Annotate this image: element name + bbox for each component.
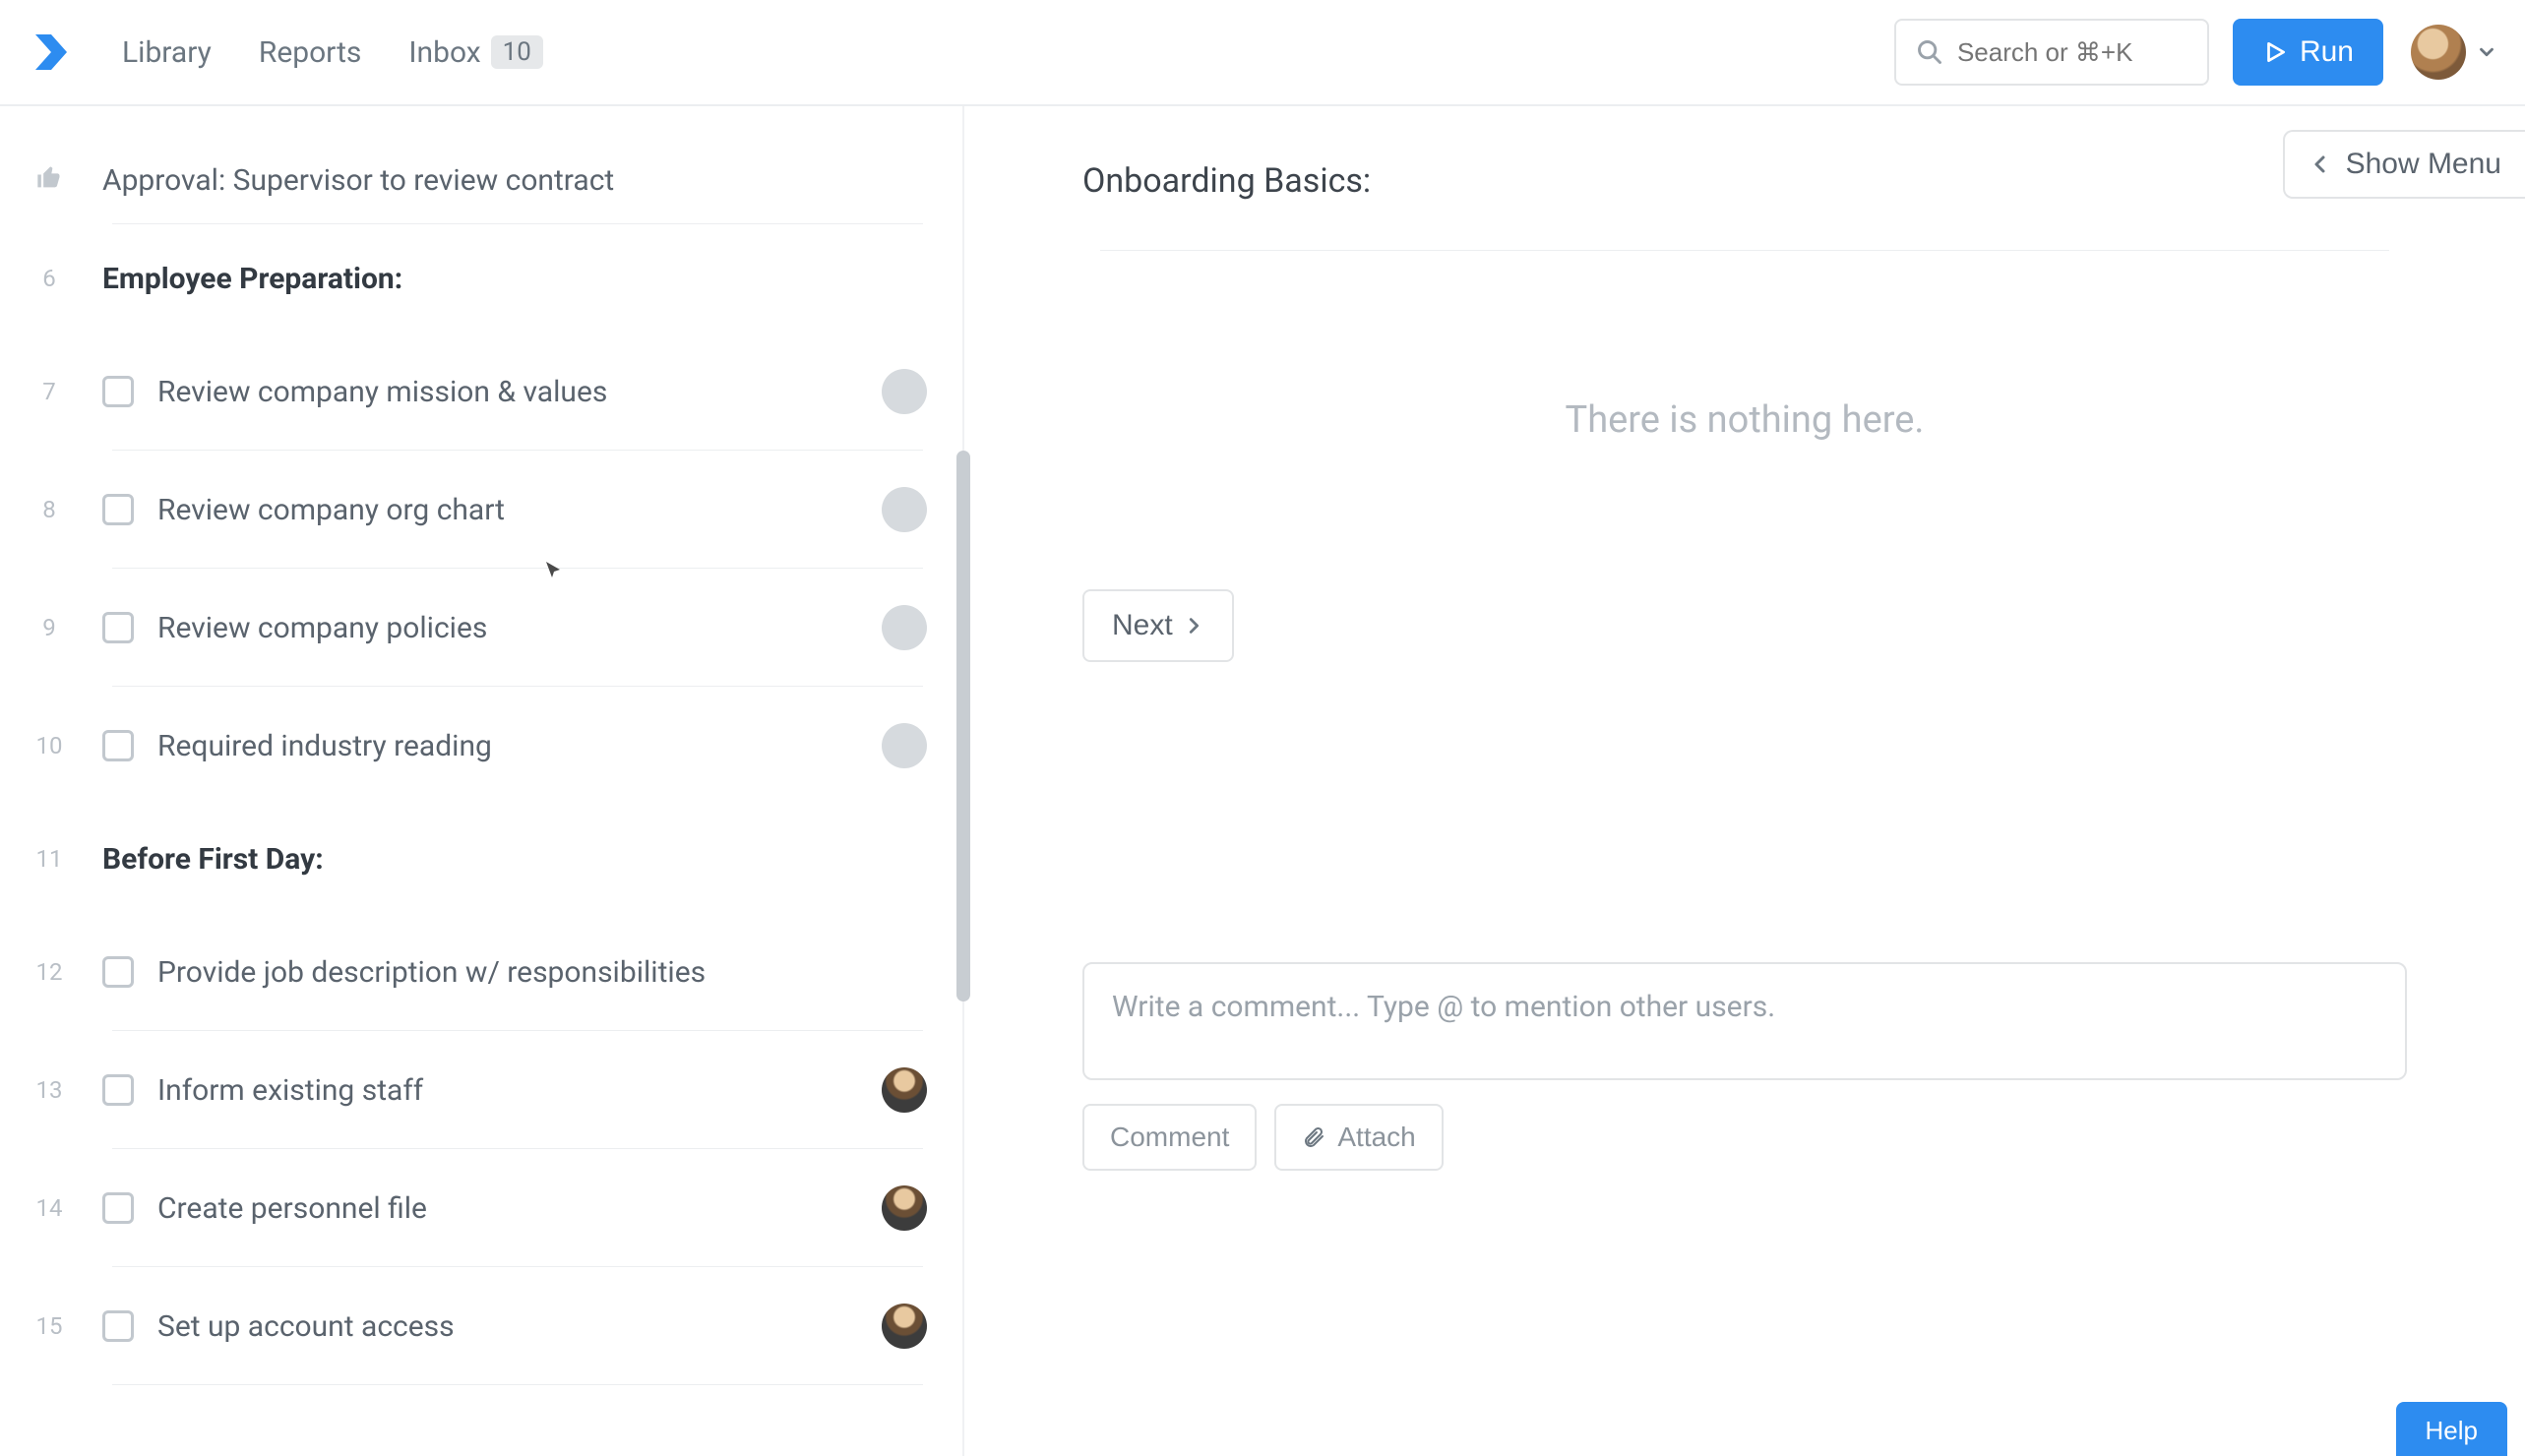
- assignee-avatar[interactable]: [882, 1304, 927, 1349]
- comment-button[interactable]: Comment: [1082, 1104, 1257, 1171]
- attach-button[interactable]: Attach: [1274, 1104, 1443, 1171]
- task-label: Provide job description w/ responsibilit…: [157, 955, 927, 990]
- task-row[interactable]: 13 Inform existing staff: [0, 1031, 962, 1149]
- next-button-label: Next: [1112, 609, 1173, 642]
- row-number: 11: [30, 845, 69, 873]
- task-row[interactable]: 15 Set up account access: [0, 1267, 962, 1385]
- run-button[interactable]: Run: [2233, 19, 2383, 86]
- empty-state-text: There is nothing here.: [1082, 398, 2407, 442]
- task-checkbox[interactable]: [102, 376, 134, 407]
- nav-inbox[interactable]: Inbox 10: [408, 35, 543, 70]
- thumbs-up-icon: [30, 164, 69, 196]
- task-checkbox[interactable]: [102, 494, 134, 525]
- chevron-left-icon: [2309, 152, 2332, 176]
- play-icon: [2262, 39, 2288, 65]
- app-logo: [28, 29, 75, 76]
- main-nav: Library Reports Inbox 10: [122, 35, 543, 70]
- task-label: Create personnel file: [157, 1191, 882, 1226]
- user-avatar: [2411, 25, 2466, 80]
- row-number: 8: [30, 496, 69, 523]
- row-number: 9: [30, 614, 69, 641]
- task-checkbox[interactable]: [102, 1310, 134, 1342]
- row-number: 15: [30, 1312, 69, 1340]
- task-row[interactable]: 9 Review company policies: [0, 569, 962, 687]
- section-title: Before First Day:: [102, 842, 324, 877]
- nav-reports[interactable]: Reports: [259, 35, 362, 70]
- user-menu[interactable]: [2411, 25, 2497, 80]
- comment-area: Write a comment... Type @ to mention oth…: [1082, 962, 2407, 1171]
- assignee-avatar[interactable]: [882, 605, 927, 650]
- section-heading-employee-prep[interactable]: 6 Employee Preparation:: [0, 224, 962, 333]
- row-number: 14: [30, 1194, 69, 1222]
- page-title: Onboarding Basics:: [1082, 161, 2407, 201]
- task-row[interactable]: 7 Review company mission & values: [0, 333, 962, 451]
- search-box[interactable]: [1894, 19, 2209, 86]
- task-checkbox[interactable]: [102, 1074, 134, 1106]
- row-number: 6: [30, 265, 69, 292]
- nav-library[interactable]: Library: [122, 35, 212, 70]
- detail-panel: Show Menu Onboarding Basics: There is no…: [964, 106, 2525, 1456]
- task-row[interactable]: 8 Review company org chart: [0, 451, 962, 569]
- app-header: Library Reports Inbox 10 Run: [0, 0, 2525, 106]
- divider: [1100, 250, 2389, 251]
- comment-actions: Comment Attach: [1082, 1104, 2407, 1171]
- next-button[interactable]: Next: [1082, 589, 1234, 662]
- row-number: 13: [30, 1076, 69, 1104]
- task-checkbox[interactable]: [102, 730, 134, 761]
- row-number: 7: [30, 378, 69, 405]
- assignee-avatar[interactable]: [882, 369, 927, 414]
- assignee-avatar[interactable]: [882, 487, 927, 532]
- nav-inbox-label: Inbox: [408, 35, 480, 70]
- section-heading-before-first-day[interactable]: 11 Before First Day:: [0, 805, 962, 913]
- task-label: Review company org chart: [157, 493, 882, 527]
- task-label: Inform existing staff: [157, 1073, 882, 1108]
- task-checkbox[interactable]: [102, 956, 134, 988]
- task-checkbox[interactable]: [102, 1192, 134, 1224]
- row-number: 12: [30, 958, 69, 986]
- paperclip-icon: [1302, 1125, 1325, 1149]
- task-label: Review company policies: [157, 611, 882, 645]
- section-title: Employee Preparation:: [102, 262, 402, 296]
- show-menu-button[interactable]: Show Menu: [2283, 130, 2525, 199]
- task-label: Approval: Supervisor to review contract: [102, 163, 927, 198]
- task-label: Set up account access: [157, 1309, 882, 1344]
- chevron-down-icon: [2476, 41, 2497, 63]
- task-row[interactable]: 10 Required industry reading: [0, 687, 962, 805]
- assignee-avatar[interactable]: [882, 723, 927, 768]
- assignee-avatar[interactable]: [882, 1185, 927, 1231]
- task-label: Review company mission & values: [157, 375, 882, 409]
- row-number: 10: [30, 732, 69, 759]
- task-approval[interactable]: Approval: Supervisor to review contract: [0, 136, 962, 224]
- task-checkbox[interactable]: [102, 612, 134, 643]
- task-row[interactable]: 12 Provide job description w/ responsibil…: [0, 913, 962, 1031]
- attach-button-label: Attach: [1337, 1122, 1415, 1153]
- task-row[interactable]: 14 Create personnel file: [0, 1149, 962, 1267]
- main-content: Approval: Supervisor to review contract …: [0, 106, 2525, 1456]
- search-icon: [1916, 38, 1943, 66]
- show-menu-label: Show Menu: [2346, 148, 2501, 181]
- task-label: Required industry reading: [157, 729, 882, 763]
- assignee-avatar[interactable]: [882, 1067, 927, 1113]
- comment-input[interactable]: Write a comment... Type @ to mention oth…: [1082, 962, 2407, 1080]
- search-input[interactable]: [1957, 37, 2187, 68]
- inbox-count-badge: 10: [491, 35, 543, 69]
- help-button[interactable]: Help: [2396, 1402, 2507, 1456]
- checklist-panel: Approval: Supervisor to review contract …: [0, 106, 964, 1456]
- run-button-label: Run: [2300, 35, 2354, 69]
- chevron-right-icon: [1183, 615, 1204, 637]
